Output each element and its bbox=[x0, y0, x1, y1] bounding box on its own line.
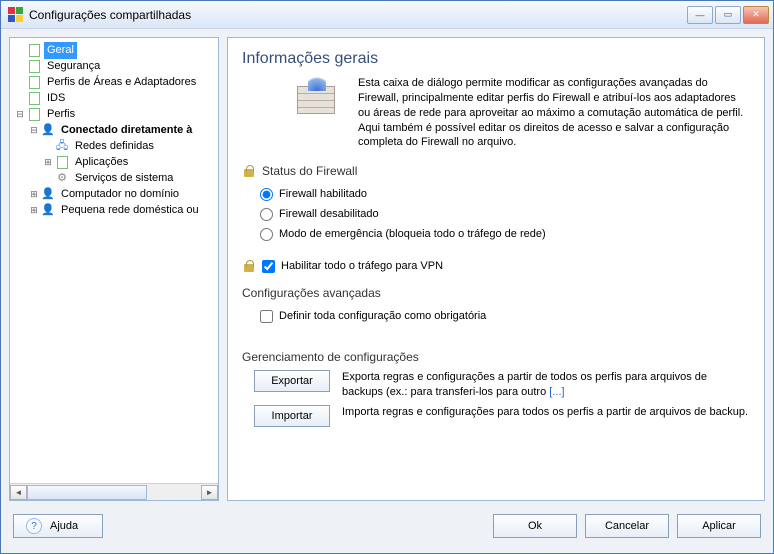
firewall-icon bbox=[292, 76, 340, 124]
checkbox-input[interactable] bbox=[260, 310, 273, 323]
apply-button[interactable]: Aplicar bbox=[677, 514, 761, 538]
config-management-section: Gerenciamento de configurações Exportar … bbox=[242, 350, 750, 427]
radio-firewall-disabled[interactable]: Firewall desabilitado bbox=[260, 204, 750, 224]
tree-item-label: IDS bbox=[44, 90, 68, 107]
radio-input[interactable] bbox=[260, 188, 273, 201]
tree-item-label: Segurança bbox=[44, 58, 103, 75]
radio-firewall-enabled[interactable]: Firewall habilitado bbox=[260, 184, 750, 204]
tree-item-label: Perfis de Áreas e Adaptadores bbox=[44, 74, 199, 91]
radio-input[interactable] bbox=[260, 228, 273, 241]
page-title: Informações gerais bbox=[242, 50, 750, 68]
close-button[interactable]: ✕ bbox=[743, 6, 769, 24]
intro-block: Esta caixa de diálogo permite modificar … bbox=[242, 76, 750, 150]
tree-item-label: Computador no domínio bbox=[58, 186, 182, 203]
export-more-link[interactable]: [...] bbox=[549, 386, 564, 398]
vpn-row: Habilitar todo o tráfego para VPN bbox=[242, 256, 750, 276]
heading-label: Configurações avançadas bbox=[242, 286, 381, 300]
tree-item-areas-adapters[interactable]: Perfis de Áreas e Adaptadores bbox=[14, 74, 216, 90]
tree-item-profiles[interactable]: ⊟ Perfis bbox=[14, 106, 216, 122]
window-title: Configurações compartilhadas bbox=[29, 8, 687, 22]
lock-icon bbox=[242, 164, 256, 178]
gear-icon: ⚙ bbox=[54, 171, 70, 185]
export-button[interactable]: Exportar bbox=[254, 370, 330, 392]
checkbox-enable-vpn-traffic[interactable]: Habilitar todo o tráfego para VPN bbox=[262, 256, 443, 276]
tree-item-label: Conectado diretamente à bbox=[58, 122, 195, 139]
scroll-left-button[interactable]: ◄ bbox=[10, 485, 27, 500]
firewall-status-group: Firewall habilitado Firewall desabilitad… bbox=[260, 184, 750, 244]
tree-item-ids[interactable]: IDS bbox=[14, 90, 216, 106]
radio-input[interactable] bbox=[260, 208, 273, 221]
export-description: Exporta regras e configurações a partir … bbox=[342, 370, 750, 399]
tree-item-connected-internet[interactable]: ⊟👤 Conectado diretamente à bbox=[14, 122, 216, 138]
tree-item-small-home-net[interactable]: ⊞👤 Pequena rede doméstica ou bbox=[14, 202, 216, 218]
import-description: Importa regras e configurações para todo… bbox=[342, 405, 748, 419]
checkbox-label: Definir toda configuração como obrigatór… bbox=[279, 310, 486, 322]
checkbox-label: Habilitar todo o tráfego para VPN bbox=[281, 260, 443, 272]
tree-item-label: Pequena rede doméstica ou bbox=[58, 202, 202, 219]
titlebar[interactable]: Configurações compartilhadas — ▭ ✕ bbox=[1, 1, 773, 29]
minimize-button[interactable]: — bbox=[687, 6, 713, 24]
scroll-right-button[interactable]: ► bbox=[201, 485, 218, 500]
user-icon: 👤 bbox=[40, 123, 56, 137]
checkbox-input[interactable] bbox=[262, 260, 275, 273]
content-panel: Informações gerais Esta caixa de diálogo… bbox=[227, 37, 765, 501]
tree-item-computer-domain[interactable]: ⊞👤 Computador no domínio bbox=[14, 186, 216, 202]
tree-item-general[interactable]: Geral bbox=[14, 42, 216, 58]
ok-button[interactable]: Ok bbox=[493, 514, 577, 538]
tree-item-label: Geral bbox=[44, 42, 77, 59]
tree-item-label: Aplicações bbox=[72, 154, 131, 171]
help-icon: ? bbox=[26, 518, 42, 534]
tree[interactable]: Geral Segurança Perfis de Áreas e Adapta… bbox=[10, 38, 218, 482]
horizontal-scrollbar[interactable]: ◄ ► bbox=[10, 483, 218, 500]
tree-item-label: Perfis bbox=[44, 106, 78, 123]
scroll-track[interactable] bbox=[27, 485, 201, 500]
tree-item-applications[interactable]: ⊞ Aplicações bbox=[14, 154, 216, 170]
button-label: Ajuda bbox=[50, 520, 78, 532]
tree-item-label: Serviços de sistema bbox=[72, 170, 176, 187]
app-icon bbox=[7, 7, 23, 23]
checkbox-mandatory-config[interactable]: Definir toda configuração como obrigatór… bbox=[260, 306, 750, 326]
heading-label: Status do Firewall bbox=[262, 164, 357, 178]
user-icon: 👤 bbox=[40, 187, 56, 201]
heading-label: Gerenciamento de configurações bbox=[242, 350, 419, 364]
radio-label: Firewall desabilitado bbox=[279, 208, 379, 220]
radio-emergency-mode[interactable]: Modo de emergência (bloqueia todo o tráf… bbox=[260, 224, 750, 244]
radio-label: Modo de emergência (bloqueia todo o tráf… bbox=[279, 228, 546, 240]
cancel-button[interactable]: Cancelar bbox=[585, 514, 669, 538]
lock-icon bbox=[242, 259, 256, 273]
tree-item-label: Redes definidas bbox=[72, 138, 157, 155]
intro-text: Esta caixa de diálogo permite modificar … bbox=[358, 76, 750, 150]
user-icon: 👤 bbox=[40, 203, 56, 217]
import-row: Importar Importa regras e configurações … bbox=[254, 405, 750, 427]
config-management-heading: Gerenciamento de configurações bbox=[242, 350, 750, 364]
help-button[interactable]: ? Ajuda bbox=[13, 514, 103, 538]
export-row: Exportar Exporta regras e configurações … bbox=[254, 370, 750, 399]
tree-item-system-services[interactable]: ⚙ Serviços de sistema bbox=[14, 170, 216, 186]
scroll-thumb[interactable] bbox=[27, 485, 147, 500]
import-button[interactable]: Importar bbox=[254, 405, 330, 427]
tree-item-security[interactable]: Segurança bbox=[14, 58, 216, 74]
dialog-footer: ? Ajuda Ok Cancelar Aplicar bbox=[1, 509, 773, 553]
body: Geral Segurança Perfis de Áreas e Adapta… bbox=[1, 29, 773, 509]
radio-label: Firewall habilitado bbox=[279, 188, 367, 200]
network-icon: 🖧 bbox=[54, 139, 70, 153]
firewall-status-heading: Status do Firewall bbox=[242, 164, 750, 178]
advanced-settings-heading: Configurações avançadas bbox=[242, 286, 750, 300]
tree-panel: Geral Segurança Perfis de Áreas e Adapta… bbox=[9, 37, 219, 501]
tree-item-defined-networks[interactable]: 🖧 Redes definidas bbox=[14, 138, 216, 154]
description-text: Exporta regras e configurações a partir … bbox=[342, 371, 707, 397]
dialog-window: Configurações compartilhadas — ▭ ✕ Geral… bbox=[0, 0, 774, 554]
maximize-button[interactable]: ▭ bbox=[715, 6, 741, 24]
